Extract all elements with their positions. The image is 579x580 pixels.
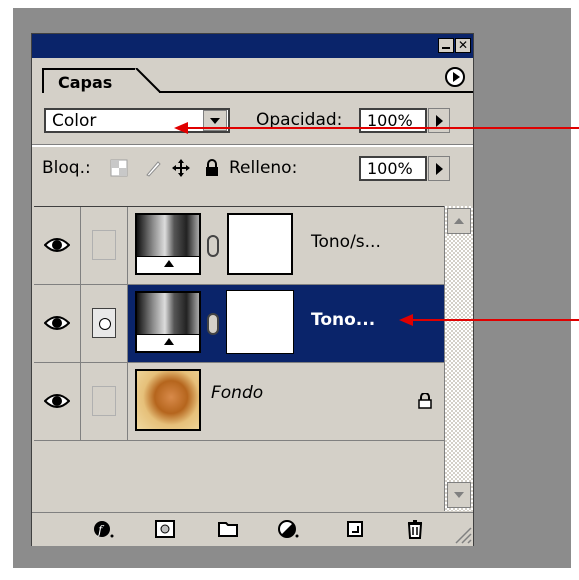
arrow-head-icon <box>399 314 413 326</box>
mask-active-icon <box>92 308 116 338</box>
layers-panel: ✕ Capas Color Opacidad: 100% Bloq.: Rell… <box>31 33 474 546</box>
link-cell[interactable] <box>81 207 128 284</box>
layer-row[interactable]: Fondo <box>34 363 444 441</box>
adjustment-thumbnail[interactable] <box>135 213 201 275</box>
tab-underline <box>159 91 473 93</box>
layer-mask-thumbnail[interactable] <box>226 290 294 354</box>
resize-grip-icon[interactable] <box>448 512 473 545</box>
panel-title-bar[interactable]: ✕ <box>32 34 473 58</box>
tab-row: Capas <box>32 58 473 93</box>
lock-label: Bloq.: <box>42 158 91 178</box>
link-box <box>92 386 116 416</box>
trash-icon[interactable] <box>404 519 426 539</box>
eye-icon[interactable] <box>44 393 70 409</box>
chain-link-icon[interactable] <box>207 313 219 335</box>
arrow-line <box>180 127 579 129</box>
tab-edge <box>135 68 161 93</box>
layers-list: Tono/s... Tono... Fondo <box>34 206 444 512</box>
tab-capas[interactable]: Capas <box>42 68 137 93</box>
layer-name: Tono/s... <box>311 232 381 252</box>
panel-bottom-toolbar: f <box>32 512 473 546</box>
close-button[interactable]: ✕ <box>455 38 471 53</box>
scroll-down-button[interactable] <box>447 482 471 508</box>
layer-name: Fondo <box>211 383 264 403</box>
link-cell[interactable] <box>81 285 128 362</box>
lock-transparency-icon[interactable] <box>110 159 128 177</box>
padlock-icon <box>418 393 432 409</box>
close-icon: ✕ <box>457 38 469 52</box>
fill-value: 100% <box>367 159 413 178</box>
lock-all-icon[interactable] <box>203 159 221 177</box>
add-mask-icon[interactable] <box>154 519 176 539</box>
layers-scrollbar[interactable] <box>444 206 473 511</box>
layer-mask-thumbnail[interactable] <box>227 213 293 275</box>
layer-name: Tono... <box>311 310 376 330</box>
histogram-marker <box>137 334 199 351</box>
fill-label: Relleno: <box>229 158 298 178</box>
lock-position-move-icon[interactable] <box>172 159 190 177</box>
add-layer-style-icon[interactable]: f <box>92 519 114 539</box>
fill-input[interactable]: 100% <box>359 156 427 181</box>
divider <box>32 144 473 147</box>
new-layer-icon[interactable] <box>344 519 366 539</box>
link-box <box>92 230 116 260</box>
arrow-line <box>405 319 579 321</box>
layer-row-selected[interactable]: Tono... <box>34 285 444 363</box>
panel-menu-button[interactable] <box>445 67 465 87</box>
tab-label: Capas <box>58 73 113 92</box>
layer-row[interactable]: Tono/s... <box>34 207 444 285</box>
adjustment-thumbnail[interactable] <box>135 291 201 353</box>
fill-stepper[interactable] <box>428 156 450 181</box>
visibility-cell[interactable] <box>34 285 81 362</box>
visibility-cell[interactable] <box>34 363 81 440</box>
opacity-stepper[interactable] <box>428 108 450 133</box>
opacity-input[interactable]: 100% <box>359 108 427 133</box>
histogram-marker <box>137 256 199 273</box>
scroll-up-button[interactable] <box>447 208 471 234</box>
minimize-button[interactable] <box>438 38 454 53</box>
photo-thumbnail[interactable] <box>135 369 201 431</box>
lock-image-brush-icon[interactable] <box>144 159 162 177</box>
minimize-icon <box>442 47 450 49</box>
chain-link-icon[interactable] <box>207 235 219 257</box>
new-group-icon[interactable] <box>217 519 239 539</box>
visibility-cell[interactable] <box>34 207 81 284</box>
eye-icon[interactable] <box>44 237 70 253</box>
link-cell[interactable] <box>81 363 128 440</box>
lock-fill-row: Bloq.: Relleno: 100% <box>32 152 473 186</box>
blend-mode-value: Color <box>52 111 97 131</box>
arrow-head-icon <box>174 122 188 134</box>
adjustment-layer-icon[interactable] <box>277 519 299 539</box>
eye-icon[interactable] <box>44 315 70 331</box>
